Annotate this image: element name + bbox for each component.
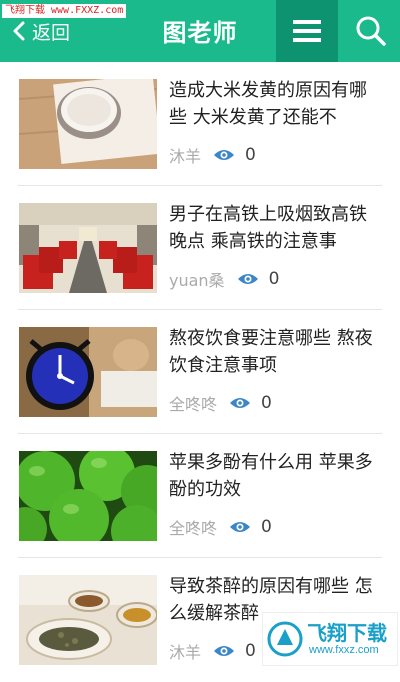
article-list: 造成大米发黄的原因有哪些 大米发黄了还能不 沐羊 0 男子在高铁上吸烟致高铁晚点… (0, 62, 400, 682)
page-title: 图老师 (162, 19, 238, 47)
eye-icon (229, 520, 251, 534)
article-item[interactable]: 苹果多酚有什么用 苹果多酚的功效 全咚咚 0 (0, 434, 400, 558)
article-title: 苹果多酚有什么用 苹果多酚的功效 (169, 452, 373, 500)
article-meta: 沐羊 0 (169, 142, 256, 168)
menu-button[interactable] (276, 0, 338, 62)
train-interior-image (19, 203, 157, 293)
eye-icon (229, 396, 251, 410)
badge-title: 飞翔下载 (307, 621, 387, 645)
hamburger-menu-icon (293, 19, 321, 43)
article-meta: 全咚咚 0 (169, 514, 272, 540)
article-item[interactable]: 男子在高铁上吸烟致高铁晚点 乘高铁的注意事 yuan桑 0 (0, 186, 400, 310)
article-title: 造成大米发黄的原因有哪些 大米发黄了还能不 (169, 80, 367, 128)
eye-icon (213, 148, 235, 162)
view-count: 0 (245, 145, 256, 165)
tea-cups-image (19, 575, 157, 665)
rice-bowl-image (19, 79, 157, 169)
badge-logo-icon (267, 621, 303, 657)
view-count: 0 (261, 393, 272, 413)
eye-icon (213, 644, 235, 658)
app-header: 飞翔下载 www.FXXZ.com 返回 图老师 (0, 0, 400, 62)
search-icon (355, 15, 387, 47)
article-author: 沐羊 (169, 643, 202, 662)
article-author: 全咚咚 (169, 395, 218, 414)
article-meta: 沐羊 0 (169, 638, 256, 664)
article-author: 全咚咚 (169, 519, 218, 538)
view-count: 0 (261, 517, 272, 537)
alarm-clock-image (19, 327, 157, 417)
article-meta: 全咚咚 0 (169, 390, 272, 416)
badge-url: www.fxxz.com (309, 644, 379, 656)
eye-icon (237, 272, 259, 286)
article-item[interactable]: 熬夜饮食要注意哪些 熬夜饮食注意事项 全咚咚 0 (0, 310, 400, 434)
search-button[interactable] (342, 0, 400, 62)
green-apples-image (19, 451, 157, 541)
article-author: yuan桑 (169, 271, 225, 290)
view-count: 0 (268, 269, 280, 289)
view-count: 0 (245, 641, 256, 661)
article-meta: yuan桑 0 (169, 266, 279, 292)
download-site-badge: 飞翔下载 www.fxxz.com (262, 612, 398, 666)
article-author: 沐羊 (169, 147, 202, 166)
article-title: 男子在高铁上吸烟致高铁晚点 乘高铁的注意事 (169, 204, 367, 252)
article-title: 熬夜饮食要注意哪些 熬夜饮食注意事项 (169, 328, 373, 376)
article-item[interactable]: 造成大米发黄的原因有哪些 大米发黄了还能不 沐羊 0 (0, 62, 400, 186)
